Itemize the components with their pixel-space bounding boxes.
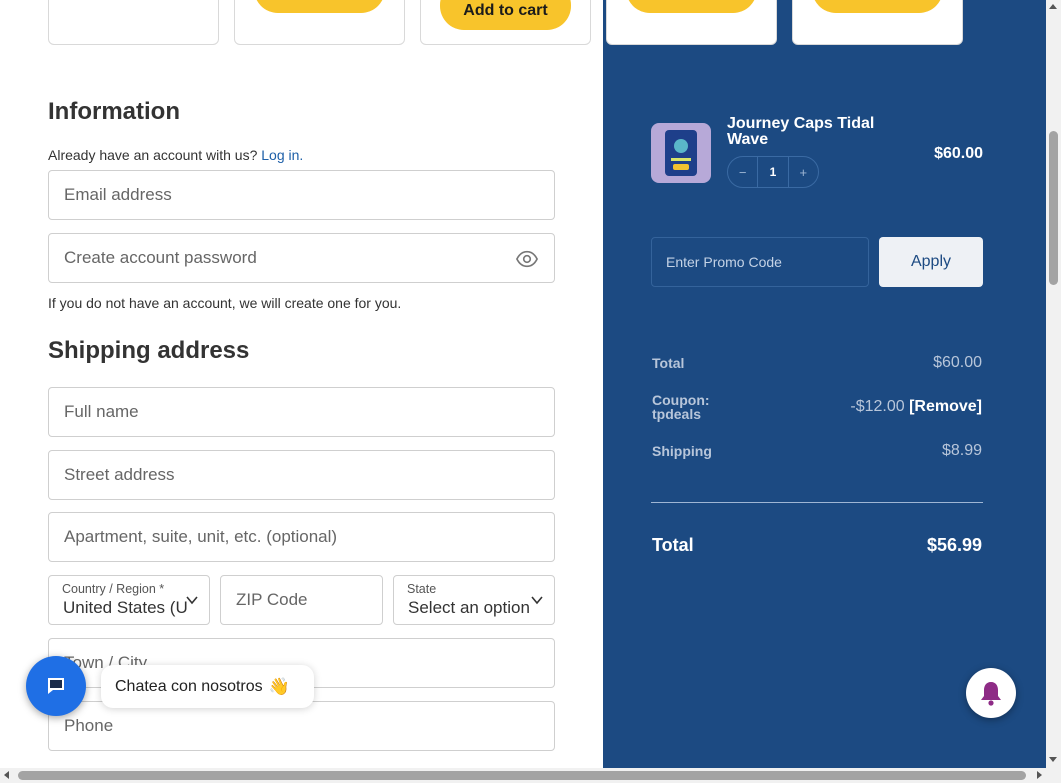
product-price: $60.00: [934, 145, 983, 162]
login-link[interactable]: Log in.: [261, 147, 303, 163]
phone-field[interactable]: Phone: [48, 701, 555, 751]
grand-total-value: $56.99: [926, 535, 982, 555]
email-field[interactable]: Email address: [48, 170, 555, 220]
chat-label[interactable]: Chatea con nosotros 👋: [101, 665, 314, 708]
add-to-cart-button[interactable]: Add to cart: [440, 0, 571, 30]
show-password-icon[interactable]: [516, 248, 538, 270]
add-to-cart-button[interactable]: [254, 0, 385, 13]
product-card: [234, 0, 405, 45]
full-name-field[interactable]: Full name: [48, 387, 555, 437]
promo-code-input[interactable]: Enter Promo Code: [651, 237, 869, 287]
chevron-down-icon: [186, 596, 198, 605]
decrease-quantity-button[interactable]: −: [728, 157, 757, 187]
login-prompt: Already have an account with us? Log in.: [48, 147, 304, 163]
account-note: If you do not have an account, we will c…: [48, 295, 402, 311]
increase-quantity-button[interactable]: +: [789, 157, 818, 187]
product-name: Journey Caps Tidal Wave: [727, 115, 875, 148]
country-select[interactable]: Country / Region * United States (U: [48, 575, 210, 625]
quantity-stepper: − 1 +: [727, 156, 819, 188]
bell-icon: [981, 682, 1001, 706]
product-package-icon: [665, 130, 697, 176]
shipping-heading: Shipping address: [48, 337, 250, 364]
scroll-left-arrow-icon[interactable]: [4, 771, 9, 779]
chat-button[interactable]: [26, 656, 86, 716]
state-select[interactable]: State Select an option: [393, 575, 555, 625]
scroll-down-arrow-icon[interactable]: [1049, 757, 1057, 762]
product-thumbnail: [651, 123, 711, 183]
vertical-scrollbar[interactable]: [1046, 0, 1061, 768]
product-card: [792, 0, 963, 45]
notifications-button[interactable]: [966, 668, 1016, 718]
checkout-form-panel: Add to cart Information Already have an …: [0, 0, 603, 768]
subtotal-value: $60.00: [933, 354, 982, 371]
chat-icon: [48, 678, 64, 694]
wave-icon: 👋: [268, 676, 290, 696]
divider: [651, 502, 983, 503]
subtotal-label: Total: [652, 355, 685, 371]
shipping-value: $8.99: [941, 442, 982, 459]
shipping-label: Shipping: [652, 443, 712, 459]
vertical-scrollbar-thumb[interactable]: [1049, 131, 1058, 285]
horizontal-scrollbar-thumb[interactable]: [18, 771, 1026, 780]
zip-code-field[interactable]: ZIP Code: [220, 575, 383, 625]
product-card: [606, 0, 777, 45]
product-card: [48, 0, 219, 45]
information-heading: Information: [48, 98, 180, 125]
quantity-value[interactable]: 1: [757, 157, 789, 187]
horizontal-scrollbar[interactable]: [0, 768, 1061, 783]
scroll-up-arrow-icon[interactable]: [1049, 4, 1057, 9]
coupon-label: Coupon: tpdeals: [652, 392, 710, 422]
product-card: Add to cart: [420, 0, 591, 45]
password-field[interactable]: Create account password: [48, 233, 555, 283]
remove-coupon-link[interactable]: [Remove]: [909, 398, 982, 415]
add-to-cart-button[interactable]: [626, 0, 757, 13]
order-summary-panel: Journey Caps Tidal Wave − 1 + $60.00 Ent…: [603, 0, 1046, 768]
coupon-value: -$12.00 [Remove]: [850, 398, 982, 415]
apply-promo-button[interactable]: Apply: [879, 237, 983, 287]
apartment-field[interactable]: Apartment, suite, unit, etc. (optional): [48, 512, 555, 562]
street-address-field[interactable]: Street address: [48, 450, 555, 500]
chevron-down-icon: [531, 596, 543, 605]
add-to-cart-button[interactable]: [812, 0, 943, 13]
grand-total-label: Total: [652, 535, 694, 555]
scroll-right-arrow-icon[interactable]: [1037, 771, 1042, 779]
